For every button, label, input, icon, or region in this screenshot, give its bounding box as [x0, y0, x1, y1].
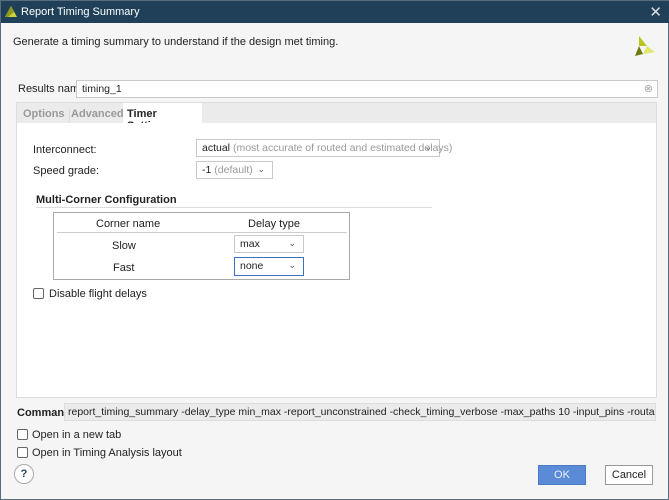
divider [36, 207, 432, 208]
fast-delay-value: none [240, 260, 264, 272]
cancel-button[interactable]: Cancel [605, 465, 653, 485]
speed-grade-label: Speed grade: [33, 165, 100, 177]
results-name-value: timing_1 [82, 83, 122, 95]
corner-table: Corner name Delay type Slow max ⌄ Fast no… [53, 212, 350, 280]
col-corner-name: Corner name [96, 218, 161, 230]
col-delay-type: Delay type [248, 218, 300, 230]
title-bar: Report Timing Summary ✕ [1, 1, 669, 23]
multi-corner-heading: Multi-Corner Configuration [36, 194, 177, 206]
ok-button[interactable]: OK [538, 465, 586, 485]
interconnect-value: actual [202, 142, 231, 154]
interconnect-select[interactable]: actual (most accurate of routed and esti… [196, 139, 452, 157]
open-new-tab-checkbox[interactable] [17, 429, 28, 440]
tab-advanced[interactable]: Advanced [71, 108, 124, 120]
speed-grade-select[interactable]: -1 (default) ⌄ [196, 161, 273, 179]
description: Generate a timing summary to understand … [13, 36, 339, 48]
open-timing-layout-checkbox[interactable] [17, 447, 28, 458]
fast-delay-select[interactable]: none ⌄ [234, 257, 304, 276]
open-timing-layout-label: Open in Timing Analysis layout [32, 447, 182, 459]
results-name-input[interactable]: timing_1 ⊗ [76, 80, 658, 98]
interconnect-label: Interconnect: [33, 144, 97, 156]
clear-icon[interactable]: ⊗ [644, 82, 653, 95]
speed-grade-hint: (default) [214, 164, 253, 176]
command-field[interactable]: report_timing_summary -delay_type min_ma… [64, 403, 656, 421]
vivado-logo-icon [635, 36, 655, 56]
chevron-down-icon: ⌄ [424, 142, 432, 152]
timer-settings-content: Interconnect: actual (most accurate of r… [17, 123, 656, 397]
speed-grade-value: -1 [202, 164, 212, 176]
corner-slow: Slow [112, 240, 136, 252]
open-new-tab-label: Open in a new tab [32, 429, 122, 441]
tab-timer-settings[interactable]: Timer Settings [123, 103, 202, 132]
chevron-down-icon: ⌄ [288, 238, 296, 248]
help-button[interactable]: ? [14, 464, 34, 484]
window-title: Report Timing Summary [21, 6, 140, 18]
chevron-down-icon: ⌄ [257, 164, 265, 174]
disable-flight-label: Disable flight delays [49, 288, 147, 300]
chevron-down-icon: ⌄ [288, 260, 296, 270]
tab-panel: Options Advanced Timer Settings Intercon… [16, 102, 657, 398]
close-icon[interactable]: ✕ [649, 3, 662, 21]
app-logo-icon [5, 6, 17, 17]
interconnect-hint: (most accurate of routed and estimated d… [232, 142, 453, 154]
tab-options[interactable]: Options [23, 108, 65, 120]
slow-delay-select[interactable]: max ⌄ [234, 235, 304, 253]
corner-fast: Fast [113, 262, 135, 274]
disable-flight-checkbox[interactable] [33, 288, 44, 299]
slow-delay-value: max [240, 238, 260, 250]
